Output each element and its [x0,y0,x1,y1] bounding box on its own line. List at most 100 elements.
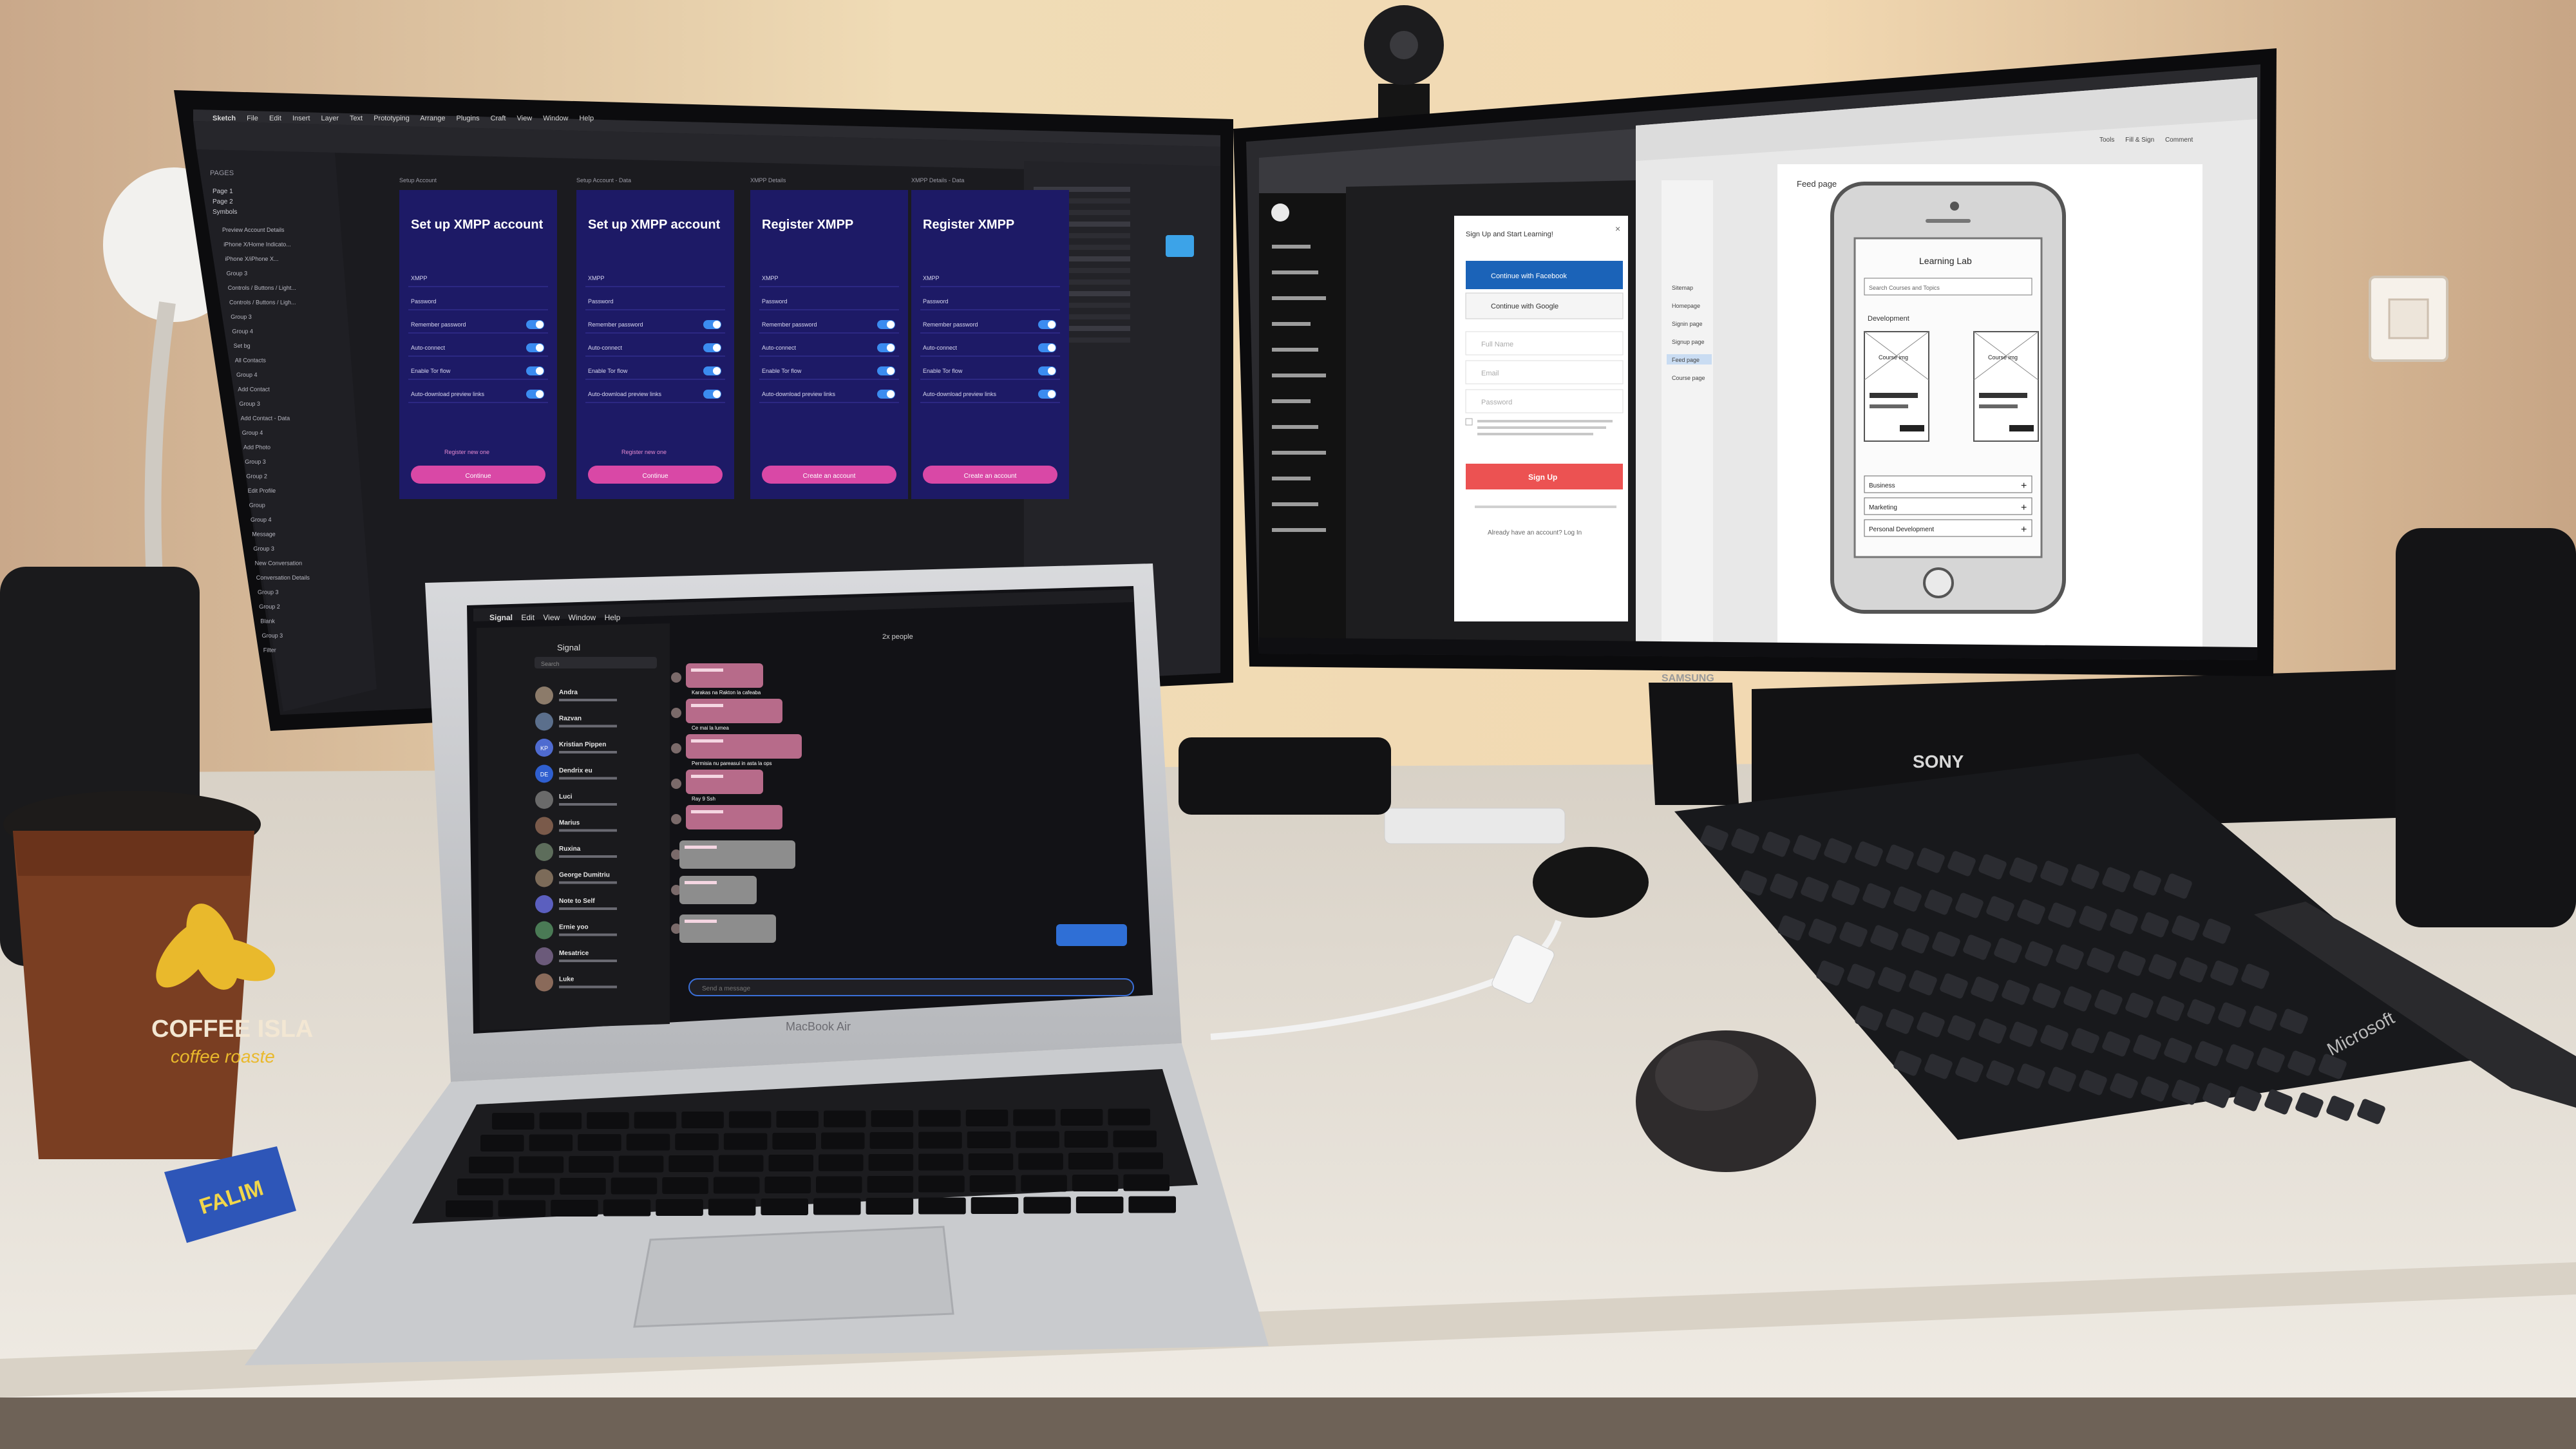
sketch-layer-item[interactable]: Message [252,531,276,538]
sketch-layer-item[interactable]: Group 3 [239,401,260,407]
sketch-page-item[interactable]: Symbols [213,209,237,216]
conversation-name[interactable]: Andra [559,689,578,696]
sketch-layer-item[interactable]: Group 2 [246,473,267,480]
sketch-layer-item[interactable]: iPhone X/iPhone X... [225,256,278,262]
laptop-key [971,1197,1019,1214]
sketch-layer-item[interactable]: Add Photo [243,444,270,451]
plus-icon: + [2021,480,2027,491]
fill-sign-tab[interactable]: Fill & Sign [2125,137,2154,144]
conversation-name[interactable]: Marius [559,820,580,827]
spotify-nav-row[interactable] [1272,245,1311,249]
spotify-nav-row[interactable] [1272,322,1311,326]
spotify-nav-row[interactable] [1272,425,1318,429]
login-link[interactable]: Already have an account? Log In [1488,529,1582,536]
spotify-nav-row[interactable] [1272,451,1326,455]
laptop-key [918,1132,962,1149]
sketch-layer-item[interactable]: Edit Profile [248,488,276,494]
laptop-key [967,1132,1011,1148]
form-row-label: Password [588,298,614,305]
sketch-page-item[interactable]: Page 1 [213,188,233,195]
sketch-layer-item[interactable]: Filter [263,647,276,654]
laptop-key [1118,1152,1163,1170]
tools-tab[interactable]: Tools [2099,137,2114,144]
wireframe-course-card [1864,331,1929,442]
laptop-key [560,1178,606,1195]
spotify-nav-row[interactable] [1272,374,1326,377]
conversation-name[interactable]: Razvan [559,715,582,723]
laptop-key [969,1175,1016,1192]
laptop-key [918,1110,961,1127]
spotify-nav-row[interactable] [1272,348,1318,352]
sketch-layer-item[interactable]: iPhone X/Home Indicato... [223,242,291,248]
register-link[interactable]: Register new one [621,449,667,455]
avatar [535,947,553,965]
conversation-name[interactable]: Dendrix eu [559,768,592,775]
spotify-nav-row[interactable] [1272,528,1326,532]
sketch-layer-item[interactable]: Conversation Details [256,574,310,581]
wireframe-card-label: Course img [1879,354,1908,361]
sketch-layer-item[interactable]: Add Contact [238,386,270,393]
sketch-layer-item[interactable]: New Conversation [255,560,303,567]
conversation-name[interactable]: Kristian Pippen [559,741,606,748]
message-bubble [686,699,782,723]
sketch-layer-item[interactable]: Group 3 [262,632,283,639]
sketch-layer-item[interactable]: Group 3 [245,459,266,465]
artboard-button-label: Create an account [803,473,856,480]
sketch-layer-item[interactable]: Group 3 [253,545,274,552]
sketch-layer-item[interactable]: Group 4 [242,430,263,436]
sketch-layer-item[interactable]: Add Contact - Data [241,415,290,422]
avatar [535,843,553,861]
sketch-layer-item[interactable]: Group 3 [258,589,279,596]
conversation-name[interactable]: Luke [559,976,574,983]
sketch-layer-item[interactable]: Set bg [234,343,251,349]
laptop-trackpad[interactable] [633,1226,954,1328]
sketch-layer-item[interactable]: Group 4 [232,328,253,335]
form-row-label: Remember password [762,321,817,328]
sketch-layer-item[interactable]: Preview Account Details [222,227,285,233]
laptop-key [498,1200,546,1217]
conversation-name[interactable]: Mesatrice [559,950,589,957]
sketch-layer-item[interactable]: Controls / Buttons / Ligh... [229,299,296,306]
close-icon[interactable]: × [1615,223,1620,234]
sketch-layer-item[interactable]: Group 4 [236,372,258,378]
artboard-label: Setup Account - Data [576,177,631,184]
artboard-label: XMPP Details - Data [911,177,964,184]
spotify-nav-row[interactable] [1272,502,1318,506]
sketch-layer-item[interactable]: Group 2 [259,603,280,610]
bookmark-item[interactable]: Course page [1672,375,1705,381]
laptop-key [768,1155,813,1171]
opt-in-checkbox[interactable] [1465,418,1473,426]
wireframe-category-label: Business [1869,482,1895,489]
bookmark-item[interactable]: Signup page [1672,339,1705,345]
bookmark-item[interactable]: Signin page [1672,321,1703,327]
laptop-key [813,1198,861,1215]
spotify-nav-row[interactable] [1272,296,1326,300]
signal-compose-input[interactable] [688,978,1134,996]
conversation-name[interactable]: Note to Self [559,898,595,905]
register-link[interactable]: Register new one [444,449,489,455]
sketch-layer-item[interactable]: Group 3 [227,270,248,277]
signup-modal: Sign Up and Start Learning! × Continue w… [1454,216,1628,621]
sketch-layer-item[interactable]: Controls / Buttons / Light... [228,285,296,291]
bookmark-item[interactable]: Homepage [1672,303,1700,309]
sketch-layer-item[interactable]: Group 3 [231,314,252,320]
spotify-nav-row[interactable] [1272,399,1311,403]
conversation-name[interactable]: George Dumitriu [559,872,610,879]
sketch-layer-item[interactable]: Group 4 [251,516,272,523]
bookmark-item[interactable]: Feed page [1672,357,1700,363]
sketch-layer-item[interactable]: Group [249,502,265,509]
bookmark-item[interactable]: Sitemap [1672,285,1693,291]
comment-tab[interactable]: Comment [2165,137,2193,144]
soundbar [1179,737,1391,815]
spotify-nav-row[interactable] [1272,477,1311,480]
avatar [535,921,553,940]
laptop-key [681,1112,724,1128]
conversation-name[interactable]: Ernie yoo [559,924,589,931]
sketch-page-item[interactable]: Page 2 [213,198,233,205]
sketch-layer-item[interactable]: Blank [260,618,275,625]
conversation-name[interactable]: Luci [559,793,573,800]
conversation-name[interactable]: Ruxina [559,846,581,853]
spotify-nav-row[interactable] [1272,270,1318,274]
sketch-layer-item[interactable]: All Contacts [235,357,267,364]
floor-shadow [0,1397,2576,1449]
